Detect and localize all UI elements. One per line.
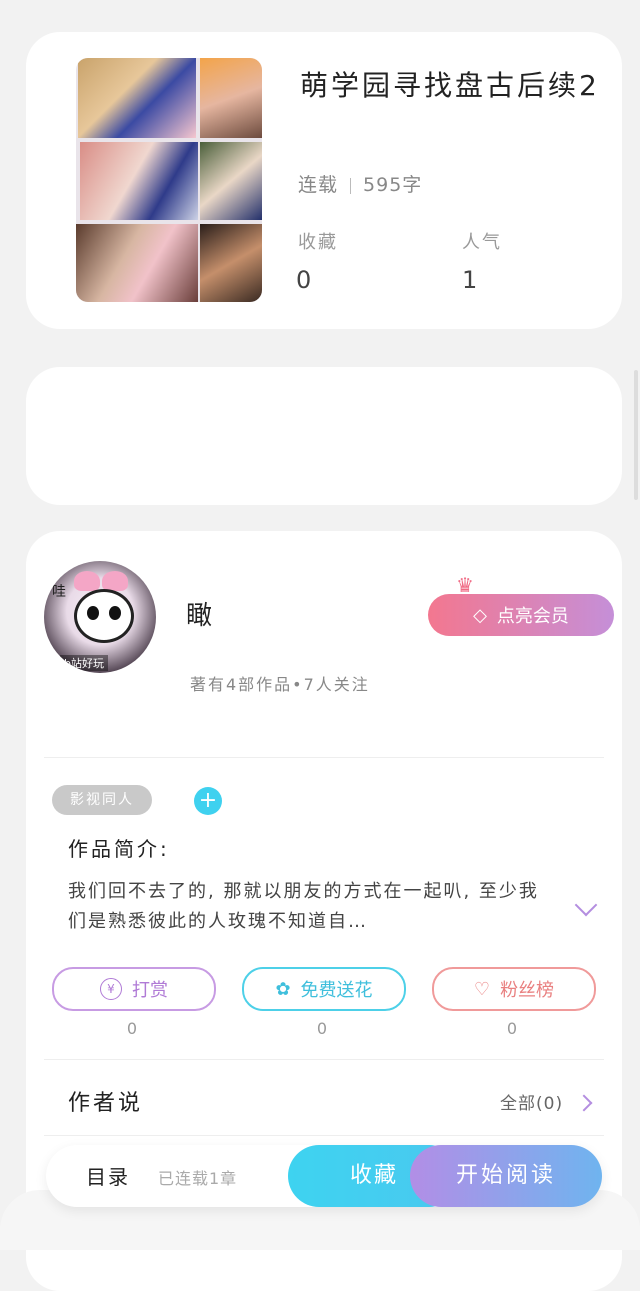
divider bbox=[44, 757, 604, 758]
cover-tile bbox=[200, 224, 262, 302]
scrollbar[interactable] bbox=[634, 370, 638, 500]
author-info: 著有4部作品•7人关注 bbox=[190, 675, 370, 694]
favorites-label: 收藏 bbox=[298, 232, 338, 253]
cover-tile bbox=[76, 224, 198, 302]
fan-ranking-label: 粉丝榜 bbox=[500, 980, 555, 1001]
cover-tile bbox=[78, 58, 196, 138]
avatar-ear bbox=[102, 571, 128, 591]
avatar-caption: b站好玩 bbox=[60, 655, 108, 671]
favorites-count: 0 bbox=[296, 266, 312, 294]
author-avatar[interactable]: 哇 b站好玩 bbox=[44, 561, 156, 673]
reward-label: 打赏 bbox=[132, 980, 168, 1001]
author-says-all-link[interactable]: 全部(0) bbox=[500, 1089, 563, 1114]
chevron-right-icon[interactable] bbox=[575, 1094, 593, 1112]
book-info-card: 萌学园寻找盘古后续2 连载 595字 收藏 0 人气 1 bbox=[26, 32, 622, 329]
book-word-count: 595字 bbox=[363, 174, 423, 196]
avatar-ear bbox=[74, 571, 100, 591]
book-cover[interactable] bbox=[76, 58, 262, 302]
vip-button[interactable]: ◇ 点亮会员 bbox=[428, 594, 614, 636]
reward-button[interactable]: ¥ 打赏 bbox=[52, 967, 216, 1011]
genre-tag[interactable]: 影视同人 bbox=[52, 785, 152, 815]
vip-button-label: 点亮会员 bbox=[496, 606, 569, 627]
flower-icon: ✿ bbox=[275, 978, 291, 1000]
author-name[interactable]: 瞰 bbox=[186, 595, 212, 632]
intro-text: 我们回不去了的, 那就以朋友的方式在一起叭, 至少我们是熟悉彼此的人玫瑰不知道自… bbox=[68, 881, 539, 932]
user-heart-icon: ♡ bbox=[473, 978, 491, 1000]
meta-divider bbox=[350, 177, 352, 194]
chevron-down-icon[interactable] bbox=[574, 893, 598, 917]
add-tag-icon[interactable]: + bbox=[194, 787, 222, 815]
start-reading-button[interactable]: 开始阅读 bbox=[410, 1145, 602, 1207]
send-flower-button[interactable]: ✿ 免费送花 bbox=[242, 967, 406, 1011]
intro-title: 作品简介: bbox=[68, 837, 170, 861]
bottom-action-bar: 目录 已连载1章 收藏 开始阅读 bbox=[46, 1145, 602, 1207]
divider bbox=[44, 1135, 604, 1136]
book-status: 连载 bbox=[298, 174, 339, 196]
blank-card bbox=[26, 367, 622, 505]
cover-tile bbox=[200, 58, 262, 138]
avatar-corner-text: 哇 bbox=[52, 584, 66, 600]
send-flower-label: 免费送花 bbox=[300, 980, 373, 1001]
flower-count: 0 bbox=[316, 1019, 328, 1038]
fans-count: 0 bbox=[506, 1019, 518, 1038]
diamond-icon: ◇ bbox=[473, 604, 487, 626]
popularity-label: 人气 bbox=[462, 232, 502, 253]
toc-status: 已连载1章 bbox=[158, 1169, 238, 1188]
popularity-count: 1 bbox=[462, 266, 478, 294]
book-title: 萌学园寻找盘古后续2 bbox=[300, 69, 600, 102]
avatar-face bbox=[74, 589, 134, 643]
cover-tile bbox=[200, 142, 262, 220]
toc-button[interactable]: 目录 bbox=[86, 1161, 130, 1190]
author-says-title: 作者说 bbox=[68, 1091, 144, 1116]
divider bbox=[44, 1059, 604, 1060]
book-meta: 连载 595字 bbox=[298, 170, 422, 197]
fan-ranking-button[interactable]: ♡ 粉丝榜 bbox=[432, 967, 596, 1011]
cover-tile bbox=[80, 142, 198, 220]
reward-count: 0 bbox=[126, 1019, 138, 1038]
yen-icon: ¥ bbox=[100, 978, 122, 1000]
